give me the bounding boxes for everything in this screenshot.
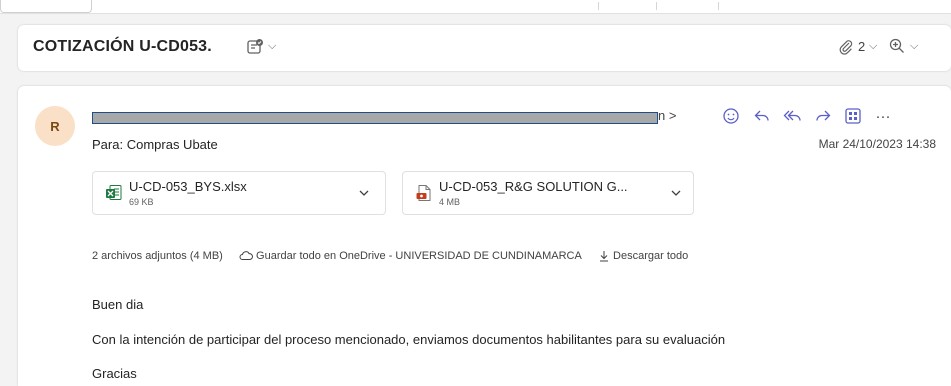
- download-all-link[interactable]: Descargar todo: [598, 250, 688, 262]
- save-label: Guardar todo en OneDrive - UNIVERSIDAD D…: [256, 250, 582, 263]
- zoom-icon[interactable]: [888, 37, 906, 60]
- sender-redacted: [92, 112, 658, 124]
- attachment-icon[interactable]: [838, 39, 854, 60]
- chevron-down-icon[interactable]: [357, 186, 371, 205]
- chevron-down-icon[interactable]: ⌵: [910, 40, 918, 53]
- forward-icon[interactable]: [811, 104, 835, 128]
- divider: [656, 2, 657, 10]
- emoji-icon[interactable]: [719, 104, 743, 128]
- attachment-name: U-CD-053_R&G SOLUTION G...: [439, 179, 628, 194]
- attachment-size: 69 KB: [129, 197, 154, 207]
- save-to-onedrive-link[interactable]: Guardar todo en OneDrive - UNIVERSIDAD D…: [239, 250, 582, 262]
- message-card: R n > ··· Para: Compras Ubate Mar 24/10/…: [18, 86, 951, 386]
- summary-icon[interactable]: [246, 38, 264, 61]
- sender-suffix: n >: [658, 108, 677, 123]
- reply-icon[interactable]: [750, 104, 774, 128]
- reply-all-icon[interactable]: [781, 104, 805, 128]
- attachment-size: 4 MB: [439, 197, 461, 207]
- avatar[interactable]: R: [35, 106, 75, 146]
- apps-icon[interactable]: [841, 104, 865, 128]
- to-line: Para: Compras Ubate: [92, 137, 218, 152]
- tab-stub[interactable]: [0, 0, 92, 13]
- cloud-icon: [239, 251, 253, 261]
- chevron-down-icon[interactable]: ⌵: [869, 40, 877, 53]
- subject-title: COTIZACIÓN U-CD053.: [33, 38, 212, 55]
- attachment-name: U-CD-053_BYS.xlsx: [129, 179, 247, 194]
- divider: [598, 2, 599, 10]
- recipient[interactable]: Compras Ubate: [127, 137, 218, 152]
- chevron-down-icon[interactable]: ⌵: [268, 40, 276, 53]
- pdf-file-icon: [415, 184, 433, 207]
- top-strip: [0, 0, 951, 14]
- attachment-card[interactable]: U-CD-053_R&G SOLUTION G... 4 MB: [402, 171, 694, 215]
- body-closing: Gracias: [92, 366, 137, 381]
- download-label: Descargar todo: [613, 250, 689, 263]
- message-date: Mar 24/10/2023 14:38: [818, 137, 936, 151]
- excel-file-icon: [105, 184, 123, 207]
- body-greeting: Buen dia: [92, 297, 144, 312]
- chevron-down-icon[interactable]: [669, 186, 683, 205]
- download-icon: [599, 251, 608, 262]
- more-icon[interactable]: ···: [871, 104, 895, 128]
- attachment-count-text: 2 archivos adjuntos (4 MB): [92, 250, 223, 263]
- attachment-count: 2: [858, 39, 866, 54]
- attachment-summary: 2 archivos adjuntos (4 MB) Guardar todo …: [92, 250, 688, 262]
- divider: [718, 2, 719, 10]
- body-paragraph: Con la intención de participar del proce…: [92, 332, 726, 347]
- attachment-card[interactable]: U-CD-053_BYS.xlsx 69 KB: [92, 171, 386, 215]
- subject-bar: COTIZACIÓN U-CD053. ⌵ 2 ⌵ ⌵: [18, 25, 951, 71]
- to-label: Para:: [92, 137, 124, 152]
